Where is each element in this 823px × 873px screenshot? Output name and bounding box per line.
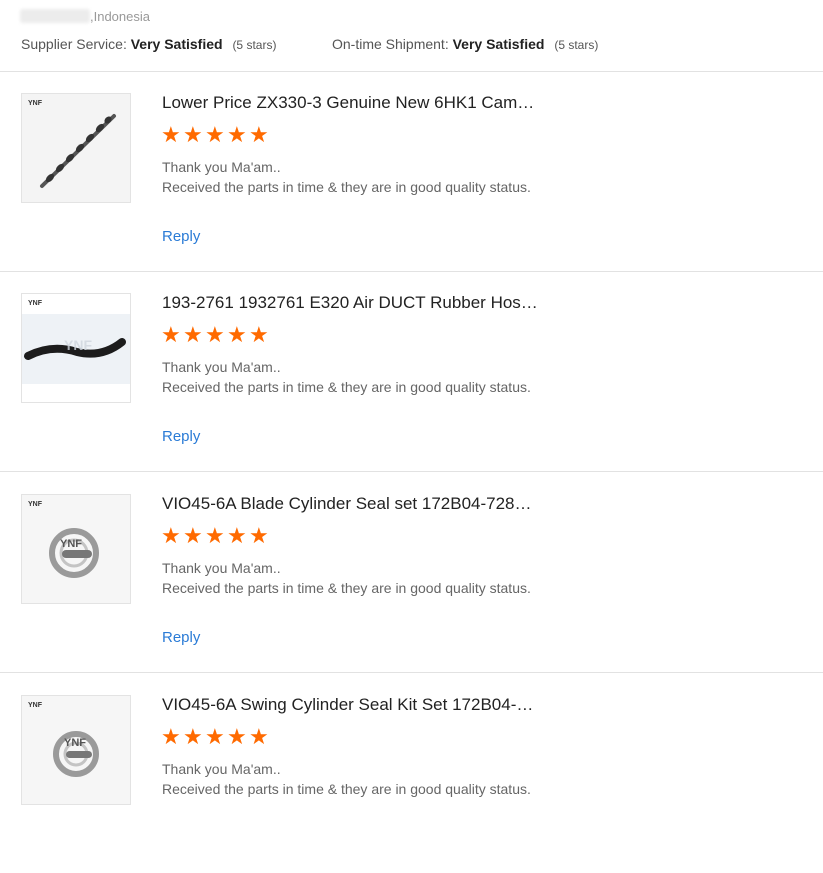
reply-link[interactable]: Reply — [162, 428, 200, 445]
star-icon: ★ — [183, 523, 203, 548]
review-text: Thank you Ma'am.. Received the parts in … — [162, 558, 531, 598]
star-icon: ★ — [227, 724, 247, 749]
review-line-2: Received the parts in time & they are in… — [162, 179, 531, 195]
hose-image[interactable]: YNF YNF — [21, 293, 131, 403]
ontime-shipment-label: On-time Shipment: — [332, 36, 449, 52]
product-title[interactable]: VIO45-6A Blade Cylinder Seal set 172B04-… — [162, 494, 532, 514]
review-text: Thank you Ma'am.. Received the parts in … — [162, 157, 531, 197]
reply-link[interactable]: Reply — [162, 228, 200, 245]
review-item: YNF Lower Price ZX330-3 Genuine New 6HK1… — [0, 71, 823, 272]
star-icon: ★ — [249, 724, 269, 749]
supplier-service-rating: Supplier Service: Very Satisfied (5 star… — [21, 36, 276, 52]
supplier-service-value: Very Satisfied — [130, 36, 223, 52]
svg-text:YNF: YNF — [28, 100, 43, 107]
product-title[interactable]: VIO45-6A Swing Cylinder Seal Kit Set 172… — [162, 695, 533, 715]
rating-stars: ★ ★ ★ ★ ★ — [161, 524, 271, 548]
reply-link[interactable]: Reply — [162, 629, 200, 646]
ontime-shipment-rating: On-time Shipment: Very Satisfied (5 star… — [332, 36, 598, 52]
star-icon: ★ — [161, 523, 181, 548]
svg-text:YNF: YNF — [64, 737, 86, 749]
star-icon: ★ — [161, 122, 181, 147]
star-icon: ★ — [249, 523, 269, 548]
review-line-1: Thank you Ma'am.. — [162, 159, 281, 175]
ontime-shipment-stars: (5 stars) — [554, 38, 599, 52]
rating-stars: ★ ★ ★ ★ ★ — [161, 725, 271, 749]
star-icon: ★ — [183, 724, 203, 749]
star-icon: ★ — [205, 724, 225, 749]
supplier-service-label: Supplier Service: — [21, 36, 127, 52]
star-icon: ★ — [183, 322, 203, 347]
star-icon: ★ — [249, 322, 269, 347]
star-icon: ★ — [227, 523, 247, 548]
review-line-1: Thank you Ma'am.. — [162, 560, 281, 576]
review-item: YNF YNF VIO45-6A Swing Cylinder Seal Kit… — [0, 673, 823, 873]
rating-stars: ★ ★ ★ ★ ★ — [161, 123, 271, 147]
svg-text:YNF: YNF — [28, 702, 43, 709]
review-line-2: Received the parts in time & they are in… — [162, 781, 531, 797]
seal-kit-image[interactable]: YNF YNF — [21, 494, 131, 604]
review-item: YNF YNF 193-2761 1932761 E320 Air DUCT R… — [0, 271, 823, 472]
star-icon: ★ — [161, 322, 181, 347]
rating-stars: ★ ★ ★ ★ ★ — [161, 323, 271, 347]
svg-text:YNF: YNF — [28, 300, 43, 307]
review-item: YNF YNF VIO45-6A Blade Cylinder Seal set… — [0, 472, 823, 673]
supplier-service-stars: (5 stars) — [232, 38, 277, 52]
review-line-2: Received the parts in time & they are in… — [162, 580, 531, 596]
star-icon: ★ — [161, 724, 181, 749]
svg-text:YNF: YNF — [28, 501, 43, 508]
star-icon: ★ — [205, 322, 225, 347]
star-icon: ★ — [249, 122, 269, 147]
svg-text:YNF: YNF — [64, 337, 92, 353]
star-icon: ★ — [227, 122, 247, 147]
ontime-shipment-value: Very Satisfied — [452, 36, 545, 52]
svg-text:YNF: YNF — [60, 538, 82, 550]
buyer-country: ,Indonesia — [90, 9, 150, 24]
review-line-1: Thank you Ma'am.. — [162, 359, 281, 375]
product-title[interactable]: 193-2761 1932761 E320 Air DUCT Rubber Ho… — [162, 293, 538, 313]
star-icon: ★ — [183, 122, 203, 147]
review-line-2: Received the parts in time & they are in… — [162, 379, 531, 395]
seal-kit-image[interactable]: YNF YNF — [21, 695, 131, 805]
review-text: Thank you Ma'am.. Received the parts in … — [162, 357, 531, 397]
camshaft-image[interactable]: YNF — [21, 93, 131, 203]
star-icon: ★ — [205, 122, 225, 147]
product-title[interactable]: Lower Price ZX330-3 Genuine New 6HK1 Cam… — [162, 93, 534, 113]
star-icon: ★ — [205, 523, 225, 548]
buyer-name-redacted — [20, 9, 90, 23]
star-icon: ★ — [227, 322, 247, 347]
review-line-1: Thank you Ma'am.. — [162, 761, 281, 777]
supplier-rating-header: ,Indonesia Supplier Service: Very Satisf… — [0, 0, 823, 72]
review-text: Thank you Ma'am.. Received the parts in … — [162, 759, 531, 799]
